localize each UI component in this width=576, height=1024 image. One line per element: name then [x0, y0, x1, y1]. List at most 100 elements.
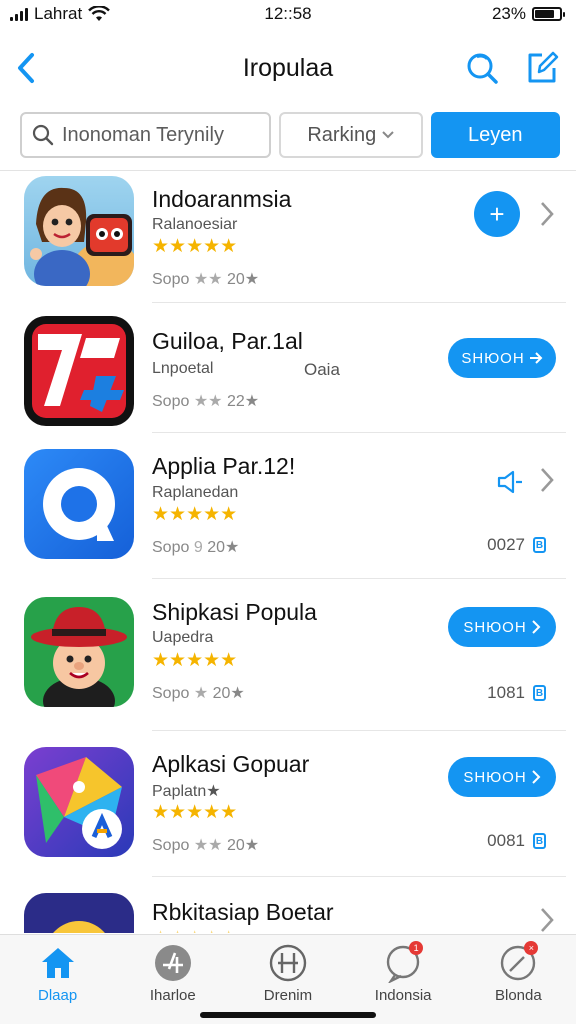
- app-meta: Sopo ★★ 20★: [152, 269, 259, 289]
- chevron-right-icon: [531, 620, 541, 634]
- app-subtitle: Ralanoesiar: [152, 216, 238, 233]
- app-size: 1081 B: [487, 683, 546, 703]
- app-icon-colorful-triangles: [24, 747, 134, 857]
- meta-stars: 9: [193, 539, 203, 556]
- search-icon: [32, 124, 54, 146]
- list-item[interactable]: Applia Par.12! Raplanedan ★★★★★ Sopo 9 2…: [0, 433, 576, 579]
- app-icon-emoji-face: [24, 893, 134, 933]
- meta-suffix: 20★: [226, 837, 260, 854]
- meta-stars: ★: [193, 685, 209, 702]
- meta-stars: ★★: [193, 393, 223, 410]
- primary-filter-button[interactable]: Leyen: [430, 112, 560, 158]
- app-list: Indoaranmsia Ralanoesiar ★★★★★ Sopo ★★ 2…: [0, 171, 576, 933]
- meta-prefix: Sopo: [152, 837, 190, 854]
- back-button[interactable]: [6, 48, 46, 88]
- meta-stars: ★★: [193, 837, 223, 854]
- home-indicator: [200, 1012, 376, 1018]
- app-size: 0081 B: [487, 831, 546, 851]
- chevron-down-icon: [382, 131, 394, 139]
- app-subtitle: Paplatn★: [152, 783, 221, 800]
- app-size-value: 1081: [487, 683, 525, 702]
- tab-bar: Dlaap Iharloe Drenim 1 Indonsia × Blonda: [0, 934, 576, 1024]
- compose-button[interactable]: [522, 48, 562, 88]
- rating-stars: ★★★★★: [152, 802, 238, 823]
- compose-icon: [528, 51, 559, 83]
- app-size-value: 0027: [487, 535, 525, 554]
- app-subtitle-secondary: Oaia: [304, 360, 340, 379]
- battery-percent: 23%: [491, 4, 526, 23]
- app-subtitle: Lnpoetal: [152, 360, 214, 377]
- meta-prefix: Sopo: [152, 685, 190, 702]
- status-left: Lahrat: [10, 4, 111, 24]
- app-name: Aplkasi Gopuar: [152, 751, 310, 777]
- search-input[interactable]: [62, 123, 252, 147]
- status-right: 23%: [491, 4, 565, 24]
- ranking-label: Rarking: [307, 123, 377, 146]
- search-button[interactable]: [462, 48, 502, 88]
- cell-signal-icon: [10, 7, 28, 21]
- carrier-name: Lahrat: [34, 4, 83, 23]
- tab-label: Iharloe: [149, 987, 196, 1004]
- app-meta: Sopo ★★ 22★: [152, 391, 259, 411]
- chevron-right-icon[interactable]: [536, 199, 558, 229]
- status-bar: Lahrat 12::58 23%: [0, 0, 576, 28]
- chevron-left-icon: [18, 53, 34, 83]
- meta-suffix: 20★: [212, 685, 245, 702]
- chat-icon: 1: [383, 941, 424, 983]
- search-box[interactable]: [20, 112, 272, 158]
- list-item[interactable]: Shipkasi Popula Uapedra ★★★★★ Sopo ★ 20★…: [0, 579, 576, 731]
- meta-prefix: Sopo: [152, 539, 190, 556]
- app-meta: Sopo ★★ 20★: [152, 835, 259, 855]
- tab-label: Drenim: [263, 987, 313, 1004]
- meta-prefix: Sopo: [152, 271, 190, 288]
- app-name: Applia Par.12!: [152, 453, 296, 479]
- home-icon: [38, 943, 78, 983]
- chevron-right-icon[interactable]: [536, 905, 558, 933]
- get-button[interactable]: SНЮОН: [448, 338, 556, 378]
- rating-stars: ★★★★★: [152, 504, 238, 525]
- tab-chat[interactable]: 1 Indonsia: [346, 935, 461, 1024]
- arrow-right-icon: [529, 352, 543, 364]
- app-subtitle: Raplanedan: [152, 484, 239, 501]
- tab-apps[interactable]: Iharloe: [115, 935, 230, 1024]
- tab-home[interactable]: Dlaap: [0, 935, 115, 1024]
- list-item[interactable]: Aplkasi Gopuar Paplatn★ ★★★★★ Sopo ★★ 20…: [0, 731, 576, 877]
- tab-compass[interactable]: × Blonda: [461, 935, 576, 1024]
- tab-label: Indonsia: [374, 987, 432, 1004]
- add-button[interactable]: +: [474, 191, 520, 237]
- storage-icon: B: [533, 685, 546, 701]
- get-button[interactable]: SНЮОН: [448, 757, 556, 797]
- app-name: Guiloa, Par.1al: [152, 328, 303, 354]
- app-name: Rbkitasiap Boetar: [152, 899, 334, 925]
- page-title: Iropulaa: [242, 53, 334, 82]
- apps-icon: [153, 943, 193, 983]
- tab-label: Dlaap: [37, 987, 78, 1004]
- app-icon-character-red-hat: [24, 597, 134, 707]
- app-name: Shipkasi Popula: [152, 599, 317, 625]
- app-icon-cartoon-characters: [24, 176, 134, 286]
- app-size-value: 0081: [487, 831, 525, 850]
- get-button[interactable]: SНЮОН: [448, 607, 556, 647]
- chevron-right-icon[interactable]: [536, 465, 558, 495]
- battery-icon: [532, 7, 565, 21]
- meta-suffix: 22★: [226, 393, 260, 410]
- grid-icon: [268, 943, 308, 983]
- rating-stars: ★★★★★: [152, 927, 237, 933]
- storage-icon: B: [533, 537, 546, 553]
- storage-icon: B: [533, 833, 546, 849]
- wifi-icon: [88, 6, 111, 21]
- tab-grid[interactable]: Drenim: [230, 935, 345, 1024]
- app-name: Indoaranmsia: [152, 186, 292, 212]
- list-item[interactable]: Indoaranmsia Ralanoesiar ★★★★★ Sopo ★★ 2…: [0, 171, 576, 303]
- list-item[interactable]: Guiloa, Par.1al Lnpoetal Oaia Sopo ★★ 22…: [0, 303, 576, 433]
- list-item[interactable]: Rbkitasiap Boetar ★★★★★: [0, 877, 576, 933]
- app-size: 0027 B: [487, 535, 546, 555]
- nav-actions: [462, 48, 562, 88]
- nav-bar: Iropulaa: [0, 36, 576, 100]
- tab-label: Blonda: [494, 987, 542, 1004]
- ranking-dropdown[interactable]: Rarking: [279, 112, 423, 158]
- rating-stars: ★★★★★: [152, 650, 238, 671]
- meta-suffix: 20★: [226, 271, 260, 288]
- speaker-icon[interactable]: [496, 469, 524, 495]
- meta-stars: ★★: [193, 271, 223, 288]
